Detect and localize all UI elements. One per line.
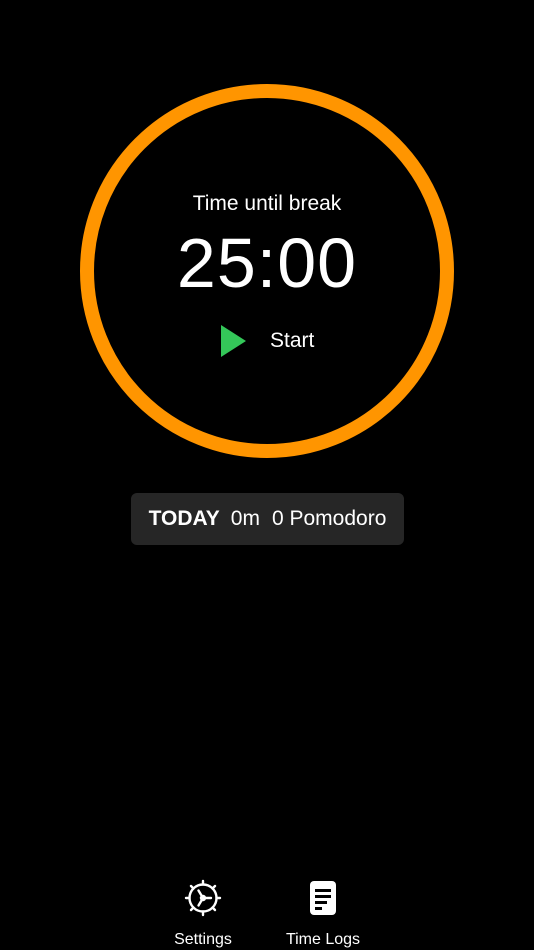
timer-caption: Time until break — [192, 192, 342, 215]
timer-countdown: 25:00 — [176, 224, 358, 302]
tab-time-logs-label: Time Logs — [285, 931, 361, 948]
play-icon — [221, 325, 246, 357]
tab-time-logs[interactable]: Time Logs — [280, 878, 366, 950]
gear-icon — [184, 879, 222, 917]
today-pomodoro-count: 0 Pomodoro — [271, 507, 387, 530]
start-button[interactable]: Start — [214, 320, 334, 362]
tab-settings[interactable]: Settings — [163, 878, 243, 950]
start-label: Start — [270, 329, 315, 352]
document-icon — [310, 881, 336, 915]
tab-settings-label: Settings — [174, 931, 232, 948]
today-minutes: 0m — [230, 507, 260, 530]
today-summary: TODAY 0m 0 Pomodoro — [131, 493, 404, 545]
today-label: TODAY — [148, 507, 220, 530]
